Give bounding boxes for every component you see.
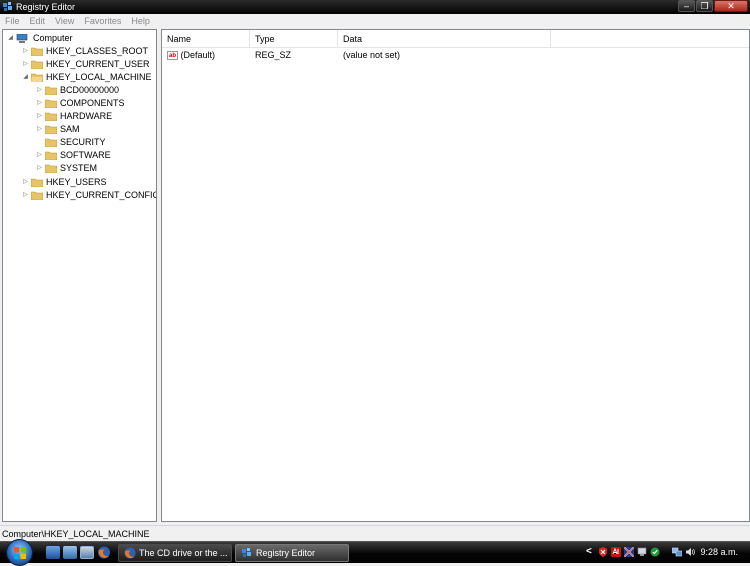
taskbar-button-cd-drive[interactable]: The CD drive or the ... <box>118 544 232 562</box>
tree-node-label: HKEY_USERS <box>46 177 107 187</box>
tree-node-label: HKEY_CLASSES_ROOT <box>46 46 149 56</box>
value-data: (value not set) <box>343 50 401 60</box>
menu-bar: File Edit View Favorites Help <box>0 14 750 28</box>
menu-favorites[interactable]: Favorites <box>79 14 126 28</box>
tree-node-label: SECURITY <box>60 137 106 147</box>
network-adapter-icon[interactable] <box>637 547 647 557</box>
tree-node-label: BCD00000000 <box>60 85 120 95</box>
column-header-data[interactable]: Data <box>338 30 551 47</box>
show-hidden-icons-arrow[interactable]: < <box>586 546 592 558</box>
tree-node-label: SOFTWARE <box>60 150 111 160</box>
registry-editor-icon <box>242 548 251 557</box>
show-desktop-icon[interactable] <box>46 546 60 559</box>
status-bar: Computer\HKEY_LOCAL_MACHINE <box>0 525 750 542</box>
collapsed-arrow-icon[interactable]: ▷ <box>35 123 44 136</box>
taskbar-button-label: The CD drive or the ... <box>139 548 228 558</box>
antivirus-icon[interactable] <box>611 547 621 557</box>
taskbar-button-registry-editor[interactable]: Registry Editor <box>235 544 349 562</box>
collapsed-arrow-icon[interactable]: ▷ <box>21 189 30 202</box>
value-name-cell: ab (Default) <box>167 49 215 62</box>
folder-icon <box>45 112 57 121</box>
clock[interactable]: 9:28 a.m. <box>700 546 738 558</box>
value-type: REG_SZ <box>255 50 292 60</box>
switch-windows-icon[interactable] <box>63 546 77 559</box>
folder-icon <box>45 99 57 108</box>
column-header-name[interactable]: Name <box>162 30 250 47</box>
registry-editor-icon <box>3 2 12 11</box>
expanded-arrow-icon[interactable]: ◢ <box>6 32 15 45</box>
value-name: (Default) <box>180 50 216 60</box>
string-value-icon: ab <box>167 51 178 61</box>
taskbar: The CD drive or the ... Registry Editor … <box>0 539 750 566</box>
expanded-arrow-icon[interactable]: ◢ <box>21 71 30 84</box>
tree-node-label: HKEY_CURRENT_CONFIG <box>46 190 157 200</box>
collapsed-arrow-icon[interactable]: ▷ <box>35 162 44 175</box>
tree-node-label: SAM <box>60 124 80 134</box>
folder-icon <box>45 86 57 95</box>
folder-icon <box>45 164 57 173</box>
menu-file[interactable]: File <box>0 14 25 28</box>
table-row[interactable]: ab (Default) REG_SZ (value not set) <box>162 49 749 62</box>
volume-icon[interactable] <box>685 547 695 557</box>
collapsed-arrow-icon[interactable]: ▷ <box>21 58 30 71</box>
system-tray: < 9:28 a.m. <box>584 542 750 563</box>
menu-view[interactable]: View <box>50 14 79 28</box>
menu-help[interactable]: Help <box>126 14 155 28</box>
collapsed-arrow-icon[interactable]: ▷ <box>35 97 44 110</box>
status-path: Computer\HKEY_LOCAL_MACHINE <box>2 529 150 539</box>
firefox-icon <box>124 547 136 559</box>
network-icon[interactable] <box>672 547 682 557</box>
folder-icon <box>45 125 57 134</box>
start-button[interactable] <box>6 539 33 566</box>
collapsed-arrow-icon[interactable]: ▷ <box>35 110 44 123</box>
windows-logo-icon <box>14 547 26 559</box>
folder-icon <box>31 178 43 187</box>
collapsed-arrow-icon[interactable]: ▷ <box>35 149 44 162</box>
collapsed-arrow-icon[interactable]: ▷ <box>21 176 30 189</box>
tree-node-label: COMPONENTS <box>60 98 125 108</box>
check-shield-icon[interactable] <box>650 547 660 557</box>
maximize-button[interactable]: ❐ <box>696 0 713 12</box>
values-list[interactable]: Name Type Data ab (Default) REG_SZ (valu… <box>161 29 750 522</box>
close-button[interactable]: ✕ <box>714 0 748 12</box>
taskbar-button-label: Registry Editor <box>256 548 316 558</box>
window-title: Registry Editor <box>16 2 76 12</box>
column-header-type[interactable]: Type <box>250 30 338 47</box>
window-controls: – ❐ ✕ <box>677 0 748 13</box>
folder-icon <box>31 60 43 69</box>
column-headers: Name Type Data <box>162 30 749 48</box>
folder-icon <box>31 191 43 200</box>
menu-edit[interactable]: Edit <box>25 14 51 28</box>
registry-tree[interactable]: ◢ Computer ▷ HKEY_CLASSES_ROOT ▷ HKEY_CU… <box>2 29 157 522</box>
tree-node-label: HARDWARE <box>60 111 113 121</box>
tree-node-label: HKEY_LOCAL_MACHINE <box>46 72 152 82</box>
folder-icon <box>45 151 57 160</box>
computer-icon <box>16 34 28 43</box>
minimize-button[interactable]: – <box>678 0 695 12</box>
folder-icon <box>45 138 57 147</box>
tree-node-label: HKEY_CURRENT_USER <box>46 59 150 69</box>
flag-icon[interactable] <box>624 547 634 557</box>
folder-icon <box>31 47 43 56</box>
folder-open-icon <box>31 73 43 82</box>
tree-node-label: Computer <box>33 33 73 43</box>
quick-launch-app-icon[interactable] <box>80 546 94 559</box>
security-shield-icon[interactable] <box>598 547 608 557</box>
tree-node-label: SYSTEM <box>60 163 98 173</box>
collapsed-arrow-icon[interactable]: ▷ <box>35 84 44 97</box>
firefox-icon[interactable] <box>97 546 111 559</box>
title-bar: Registry Editor – ❐ ✕ <box>0 0 750 14</box>
collapsed-arrow-icon[interactable]: ▷ <box>21 45 30 58</box>
